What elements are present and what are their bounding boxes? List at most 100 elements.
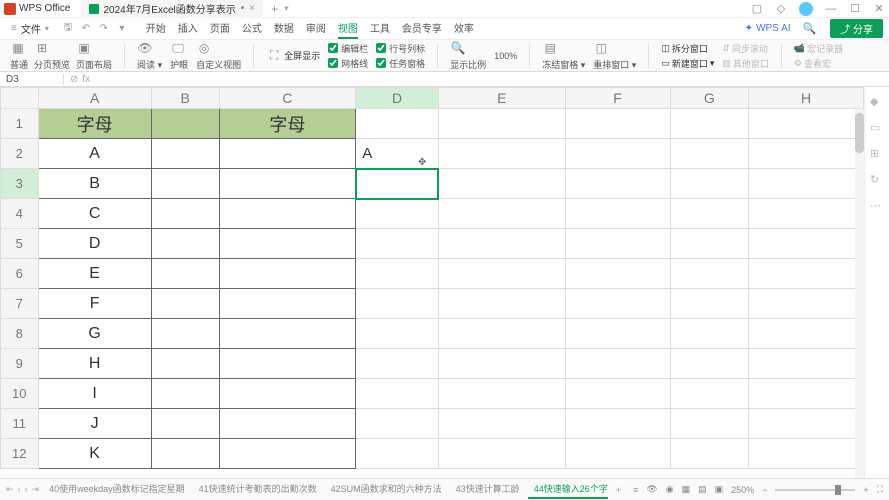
row-header-11[interactable]: 11 [1,409,39,439]
other-windows-button[interactable]: ▥其他窗口 [722,57,769,70]
cell-F6[interactable] [565,259,670,289]
col-header-F[interactable]: F [565,88,670,109]
col-header-B[interactable]: B [151,88,219,109]
cell-E7[interactable] [438,289,565,319]
cell-H2[interactable] [749,139,864,169]
cell-G3[interactable] [670,169,749,199]
cell-E1[interactable] [438,109,565,139]
cell-C4[interactable] [219,199,356,229]
sheet-tab[interactable]: 40使用weekday函数标记指定星期 [43,480,191,499]
last-sheet-icon[interactable]: ⇥ [32,484,40,495]
name-box[interactable]: D3 [0,74,64,85]
cell-C12[interactable] [219,439,356,469]
cell-H4[interactable] [749,199,864,229]
cell-E9[interactable] [438,349,565,379]
cell-A1[interactable]: 字母 [38,109,151,139]
col-header-E[interactable]: E [438,88,565,109]
cell-B10[interactable] [151,379,219,409]
row-header-5[interactable]: 5 [1,229,39,259]
col-header-H[interactable]: H [749,88,864,109]
zoom-in-button[interactable]: + [863,485,868,495]
cell-E10[interactable] [438,379,565,409]
zoom-button[interactable]: 🔍显示比例 [450,40,486,71]
cell-F8[interactable] [565,319,670,349]
cell-D4[interactable] [356,199,439,229]
cell-C2[interactable] [219,139,356,169]
tab-list-dropdown[interactable]: ▾ [284,3,289,14]
cell-G9[interactable] [670,349,749,379]
cell-A2[interactable]: A [38,139,151,169]
cell-F3[interactable] [565,169,670,199]
check-headings[interactable]: 行号列标 [376,42,425,55]
fullscreen-button[interactable]: ⛶全屏显示 [266,48,320,64]
zoom-out-button[interactable]: − [762,485,767,495]
menu-tab-效率[interactable]: 效率 [454,18,474,39]
sync-scroll-button[interactable]: ⇵同步滚动 [722,42,768,55]
cell-D7[interactable] [356,289,439,319]
cell-E11[interactable] [438,409,565,439]
select-all-corner[interactable] [1,88,39,109]
row-header-2[interactable]: 2 [1,139,39,169]
cell-A8[interactable]: G [38,319,151,349]
cell-D2[interactable]: A [356,139,439,169]
cell-G11[interactable] [670,409,749,439]
cell-D11[interactable] [356,409,439,439]
cell-F12[interactable] [565,439,670,469]
arrange-windows-button[interactable]: ◫重排窗口 ▾ [593,40,636,71]
cell-C7[interactable] [219,289,356,319]
cell-E3[interactable] [438,169,565,199]
close-window-icon[interactable]: ✕ [873,3,885,15]
check-gridlines[interactable]: 网格线 [328,57,368,70]
row-header-12[interactable]: 12 [1,439,39,469]
cell-A4[interactable]: C [38,199,151,229]
sheet-tab[interactable]: 42SUM函数求和的六种方法 [325,480,448,499]
cell-B7[interactable] [151,289,219,319]
freeze-panes-button[interactable]: ▤冻结窗格 ▾ [542,40,585,71]
more-pane-icon[interactable]: ⋯ [870,199,884,213]
cell-E5[interactable] [438,229,565,259]
cell-B6[interactable] [151,259,219,289]
menu-tab-页面[interactable]: 页面 [210,18,230,39]
tab-close-icon[interactable]: × [249,3,255,14]
cell-F10[interactable] [565,379,670,409]
cell-D1[interactable] [356,109,439,139]
macro-record-button[interactable]: 📹宏记录器 [794,42,843,55]
sheet-list-button[interactable]: ≡ [629,485,642,495]
file-menu[interactable]: ≡ 文件 ▾ [6,19,54,38]
cell-F7[interactable] [565,289,670,319]
cell-D8[interactable] [356,319,439,349]
menu-tab-数据[interactable]: 数据 [274,18,294,39]
cell-G2[interactable] [670,139,749,169]
cell-E12[interactable] [438,439,565,469]
cell-A10[interactable]: I [38,379,151,409]
cell-A3[interactable]: B [38,169,151,199]
cell-G4[interactable] [670,199,749,229]
cell-G10[interactable] [670,379,749,409]
qat-dropdown-icon[interactable]: ▾ [116,23,128,35]
cell-A12[interactable]: K [38,439,151,469]
cell-H10[interactable] [749,379,864,409]
cell-A6[interactable]: E [38,259,151,289]
cell-F9[interactable] [565,349,670,379]
cell-B12[interactable] [151,439,219,469]
reading-mode-button[interactable]: 👁阅读 ▾ [137,40,162,71]
check-taskpane[interactable]: 任务窗格 [376,57,425,70]
cell-E8[interactable] [438,319,565,349]
check-formula-bar[interactable]: 编辑栏 [328,42,368,55]
cell-B11[interactable] [151,409,219,439]
undo-icon[interactable]: ↶ [80,23,92,35]
cell-B2[interactable] [151,139,219,169]
prev-sheet-icon[interactable]: ‹ [18,484,21,495]
cell-H11[interactable] [749,409,864,439]
row-header-3[interactable]: 3 [1,169,39,199]
cell-G7[interactable] [670,289,749,319]
viewmode3-icon[interactable]: ▣ [715,484,724,495]
window-snap-icon[interactable]: ◇ [775,3,787,15]
cell-H7[interactable] [749,289,864,319]
spreadsheet-grid[interactable]: ABCDEFGH1字母字母2AA3B4C5D6E7F8G9H10I11J12K … [0,87,864,478]
fullscreen-toggle-icon[interactable]: ⛶ [877,484,883,495]
properties-icon[interactable]: ⊞ [870,147,884,161]
cell-D3[interactable] [356,169,439,199]
viewmode1-icon[interactable]: ▦ [682,484,691,495]
menu-tab-工具[interactable]: 工具 [370,18,390,39]
